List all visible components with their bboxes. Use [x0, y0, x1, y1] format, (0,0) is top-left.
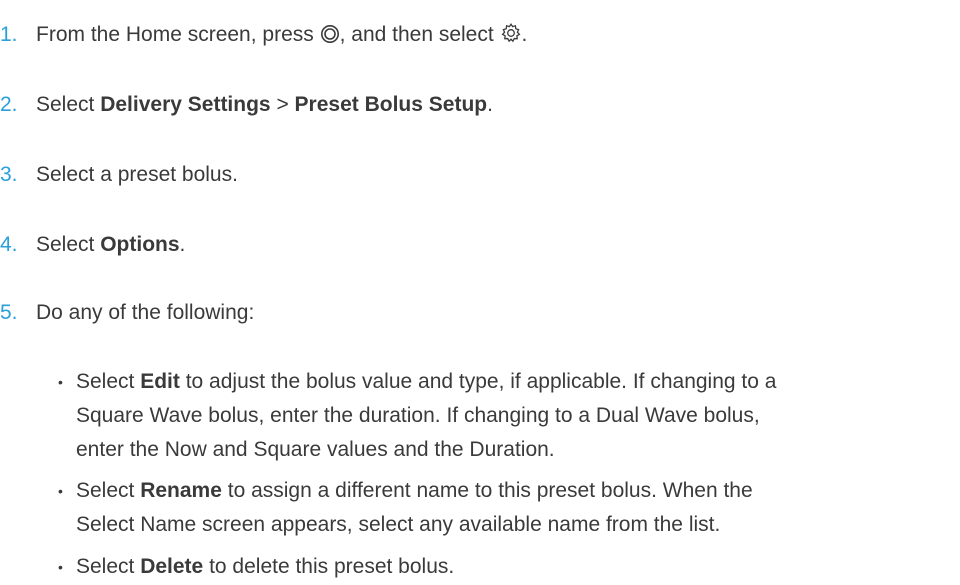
step-4: 4. Select Options.: [0, 232, 185, 258]
instructions-page: 1. From the Home screen, press , and then…: [0, 0, 960, 585]
step-text: Select Delivery Settings > Preset Bolus …: [36, 93, 493, 116]
step-2: 2. Select Delivery Settings > Preset Bolu…: [0, 92, 493, 118]
step-number: 2.: [0, 93, 18, 116]
step-number: 3.: [0, 163, 18, 186]
option-rename: Rename: [140, 479, 222, 502]
bullet-item-delete: • Select Delete to delete this preset bo…: [58, 550, 946, 584]
option-delete: Delete: [140, 555, 204, 578]
menu-option-options: Options: [100, 233, 180, 256]
bullet-item-edit: • Select Edit to adjust the bolus value …: [58, 365, 946, 467]
step-text: Do any of the following:: [36, 301, 255, 324]
step-5: 5. Do any of the following:: [0, 300, 254, 326]
bullet-marker: •: [58, 559, 63, 575]
step-text: From the Home screen, press , and then s…: [36, 23, 527, 46]
step-number: 5.: [0, 301, 18, 324]
step-text: Select a preset bolus.: [36, 163, 238, 186]
bullet-marker: •: [58, 374, 63, 390]
step-number: 1.: [0, 23, 18, 46]
select-button-icon: [320, 24, 340, 51]
bullet-item-rename: • Select Rename to assign a different na…: [58, 474, 946, 542]
bullet-marker: •: [58, 483, 63, 499]
step-3: 3. Select a preset bolus.: [0, 162, 238, 188]
step-number: 4.: [0, 233, 18, 256]
option-edit: Edit: [140, 370, 180, 393]
step-text: Select Options.: [36, 233, 186, 256]
step-1: 1. From the Home screen, press , and then…: [0, 22, 527, 51]
menu-path-preset-bolus-setup: Preset Bolus Setup: [294, 93, 488, 116]
menu-path-delivery-settings: Delivery Settings: [100, 93, 271, 116]
gear-icon: [500, 22, 522, 51]
